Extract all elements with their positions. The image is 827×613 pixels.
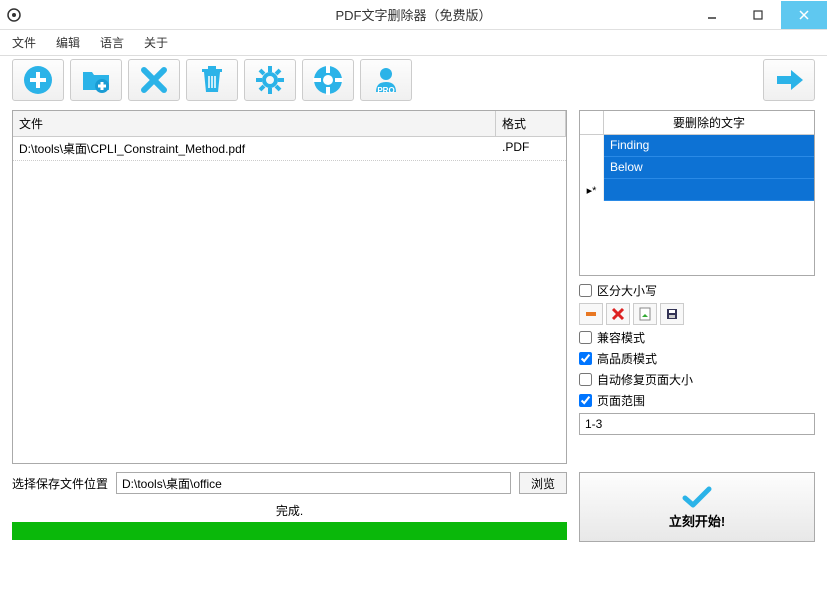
word-remove-button[interactable] bbox=[579, 303, 603, 325]
add-file-button[interactable] bbox=[12, 59, 64, 101]
titlebar: PDF文字删除器（免费版） bbox=[0, 0, 827, 30]
page-range-input[interactable] bbox=[579, 413, 815, 435]
cell-file: D:\tools\桌面\CPLI_Constraint_Method.pdf bbox=[13, 137, 496, 160]
word-list-header: 要删除的文字 bbox=[604, 111, 814, 134]
maximize-button[interactable] bbox=[735, 1, 781, 29]
toolbar: PRO bbox=[0, 56, 827, 104]
next-button[interactable] bbox=[763, 59, 815, 101]
file-table[interactable]: 文件 格式 D:\tools\桌面\CPLI_Constraint_Method… bbox=[12, 110, 567, 464]
word-row[interactable]: Finding bbox=[580, 135, 814, 157]
word-row[interactable]: Below bbox=[580, 157, 814, 179]
minimize-button[interactable] bbox=[689, 1, 735, 29]
word-import-button[interactable] bbox=[633, 303, 657, 325]
menubar: 文件 编辑 语言 关于 bbox=[0, 30, 827, 56]
column-header-file[interactable]: 文件 bbox=[13, 111, 496, 136]
menu-language[interactable]: 语言 bbox=[100, 34, 124, 51]
word-save-button[interactable] bbox=[660, 303, 684, 325]
save-path-input[interactable] bbox=[116, 472, 511, 494]
menu-edit[interactable]: 编辑 bbox=[56, 34, 80, 51]
checkbox-compat-mode[interactable]: 兼容模式 bbox=[579, 329, 815, 346]
checkbox-hq-mode[interactable]: 高品质模式 bbox=[579, 350, 815, 367]
check-icon bbox=[682, 485, 712, 509]
word-cell[interactable]: Finding bbox=[604, 135, 814, 157]
start-button-label: 立刻开始! bbox=[669, 511, 725, 530]
new-row-marker: ▸* bbox=[580, 179, 604, 201]
checkbox-case-sensitive[interactable]: 区分大小写 bbox=[579, 282, 815, 299]
browse-button[interactable]: 浏览 bbox=[519, 472, 567, 494]
close-button[interactable] bbox=[781, 1, 827, 29]
remove-button[interactable] bbox=[128, 59, 180, 101]
progress-bar bbox=[12, 522, 567, 540]
checkbox-auto-fix-size[interactable]: 自动修复页面大小 bbox=[579, 371, 815, 388]
start-button[interactable]: 立刻开始! bbox=[579, 472, 815, 542]
table-row[interactable]: D:\tools\桌面\CPLI_Constraint_Method.pdf .… bbox=[13, 137, 566, 161]
checkbox-page-range[interactable]: 页面范围 bbox=[579, 392, 815, 409]
save-path-label: 选择保存文件位置 bbox=[12, 475, 108, 492]
word-row-new[interactable]: ▸* bbox=[580, 179, 814, 201]
word-toolbar bbox=[579, 303, 815, 325]
clear-button[interactable] bbox=[186, 59, 238, 101]
menu-about[interactable]: 关于 bbox=[144, 34, 168, 51]
window-title: PDF文字删除器（免费版） bbox=[335, 5, 491, 24]
menu-file[interactable]: 文件 bbox=[12, 34, 36, 51]
status-text: 完成. bbox=[12, 502, 567, 519]
help-button[interactable] bbox=[302, 59, 354, 101]
word-list[interactable]: 要删除的文字 Finding Below ▸* bbox=[579, 110, 815, 276]
column-header-format[interactable]: 格式 bbox=[496, 111, 566, 136]
word-delete-button[interactable] bbox=[606, 303, 630, 325]
cell-format: .PDF bbox=[496, 137, 566, 160]
app-icon bbox=[6, 7, 22, 23]
svg-text:PRO: PRO bbox=[377, 86, 394, 95]
settings-button[interactable] bbox=[244, 59, 296, 101]
word-cell[interactable]: Below bbox=[604, 157, 814, 179]
pro-button[interactable]: PRO bbox=[360, 59, 412, 101]
add-folder-button[interactable] bbox=[70, 59, 122, 101]
